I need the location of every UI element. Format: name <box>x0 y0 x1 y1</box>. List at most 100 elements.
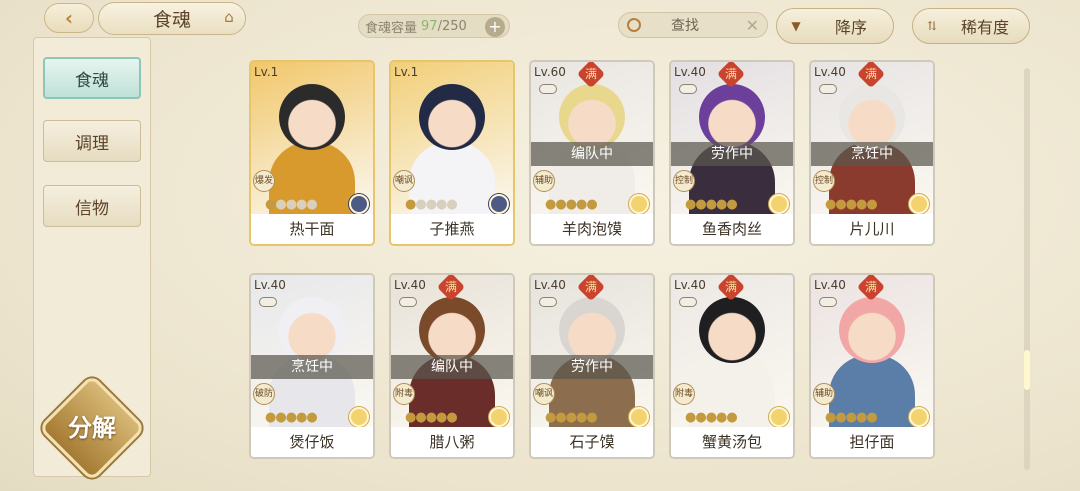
star-rating: ●●●●● <box>405 410 458 425</box>
food-soul-card[interactable]: Lv.40 满劳作中 嘲讽 ●●●●● 石子馍 <box>529 273 655 459</box>
sidebar-item-token[interactable]: 信物 <box>43 185 141 227</box>
sidebar-item-cooking[interactable]: 调理 <box>43 120 141 162</box>
max-level-label: 满 <box>864 279 878 294</box>
star-rating: ●●●●● <box>405 197 458 212</box>
search-input[interactable]: 查找 ✕ <box>618 12 768 38</box>
food-soul-card[interactable]: Lv.60 满编队中 辅助 ●●●●● 羊肉泡馍 <box>529 60 655 246</box>
search-icon <box>627 18 641 32</box>
level-label: Lv.40 <box>814 65 846 79</box>
level-label: Lv.60 <box>534 65 566 79</box>
lock-toggle[interactable] <box>819 84 837 94</box>
pagoda-icon: ⌂ <box>224 8 234 26</box>
level-label: Lv.40 <box>394 278 426 292</box>
card-name: 石子馍 <box>531 427 653 457</box>
star-rating: ●●●●● <box>265 197 318 212</box>
character-head <box>559 297 625 363</box>
level-label: Lv.40 <box>814 278 846 292</box>
food-soul-card[interactable]: Lv.1 嘲讽 ●●●●● 子推燕 <box>389 60 515 246</box>
level-label: Lv.40 <box>674 65 706 79</box>
sort-key-label: 稀有度 <box>961 18 1010 37</box>
star-rating: ●●●●● <box>825 410 878 425</box>
lock-toggle[interactable] <box>539 297 557 307</box>
food-soul-card[interactable]: Lv.40 满编队中附毒 ●●●●● 腊八粥 <box>389 273 515 459</box>
sort-key-button[interactable]: ⇅ 稀有度 <box>912 8 1030 44</box>
card-name: 煲仔饭 <box>251 427 373 457</box>
search-label: 查找 <box>671 18 699 34</box>
card-name: 片儿川 <box>811 214 933 244</box>
max-level-label: 满 <box>584 279 598 294</box>
flower-icon <box>489 407 509 427</box>
lock-toggle[interactable] <box>679 84 697 94</box>
back-button[interactable]: ‹ <box>44 3 94 33</box>
lock-toggle[interactable] <box>539 84 557 94</box>
role-badge: 爆发 <box>253 170 275 192</box>
status-banner: 编队中 <box>531 142 653 166</box>
level-label: Lv.40 <box>254 278 286 292</box>
lock-toggle[interactable] <box>259 297 277 307</box>
lock-toggle[interactable] <box>399 297 417 307</box>
star-rating: ●●●●● <box>545 197 598 212</box>
role-badge: 控制 <box>813 170 835 192</box>
sidebar-item-soul[interactable]: 食魂 <box>43 57 141 99</box>
status-banner: 烹饪中 <box>811 142 933 166</box>
star-rating: ●●●●● <box>685 410 738 425</box>
character-portrait <box>391 62 513 214</box>
character-head <box>279 84 345 150</box>
role-badge: 附毒 <box>393 383 415 405</box>
card-name: 腊八粥 <box>391 427 513 457</box>
star-rating: ●●●●● <box>685 197 738 212</box>
level-label: Lv.40 <box>674 278 706 292</box>
food-soul-card[interactable]: Lv.40 烹饪中 破防 ●●●●● 煲仔饭 <box>249 273 375 459</box>
card-name: 热干面 <box>251 214 373 244</box>
food-soul-card[interactable]: Lv.40 满附毒 ●●●●● 蟹黄汤包 <box>669 273 795 459</box>
flower-icon <box>769 194 789 214</box>
scrollbar[interactable] <box>1024 68 1030 470</box>
character-head <box>839 84 905 150</box>
flower-icon <box>769 407 789 427</box>
flower-icon <box>909 407 929 427</box>
capacity-label: 食魂容量 <box>365 20 418 36</box>
status-banner: 劳作中 <box>671 142 793 166</box>
max-level-label: 满 <box>724 279 738 294</box>
food-soul-card[interactable]: Lv.40 满劳作中 控制 ●●●●● 鱼香肉丝 <box>669 60 795 246</box>
food-soul-card[interactable]: Lv.40 满烹饪中控制 ●●●●● 片儿川 <box>809 60 935 246</box>
character-head <box>279 297 345 363</box>
character-head <box>559 84 625 150</box>
decompose-label[interactable]: 分解 <box>54 408 130 443</box>
flower-icon <box>489 194 509 214</box>
lock-toggle[interactable] <box>679 297 697 307</box>
level-label: Lv.40 <box>534 278 566 292</box>
flower-icon <box>629 407 649 427</box>
clear-search-icon[interactable]: ✕ <box>746 16 759 35</box>
level-label: Lv.1 <box>394 65 419 79</box>
scrollbar-thumb[interactable] <box>1024 350 1030 390</box>
role-badge: 辅助 <box>813 383 835 405</box>
lock-toggle[interactable] <box>819 297 837 307</box>
character-head <box>419 297 485 363</box>
character-head <box>699 297 765 363</box>
character-head <box>839 297 905 363</box>
card-name: 蟹黄汤包 <box>671 427 793 457</box>
flower-icon <box>349 407 369 427</box>
max-level-label: 满 <box>444 279 458 294</box>
capacity-total: /250 <box>437 18 467 34</box>
max-level-label: 满 <box>864 66 878 81</box>
character-portrait <box>251 62 373 214</box>
card-name: 子推燕 <box>391 214 513 244</box>
add-capacity-button[interactable]: + <box>485 17 505 37</box>
star-rating: ●●●●● <box>545 410 598 425</box>
sort-order-label: 降序 <box>835 18 868 37</box>
card-name: 羊肉泡馍 <box>531 214 653 244</box>
sort-order-button[interactable]: ▼ 降序 <box>776 8 894 44</box>
max-level-label: 满 <box>724 66 738 81</box>
status-banner: 编队中 <box>391 355 513 379</box>
food-soul-card[interactable]: Lv.1 爆发 ●●●●● 热干面 <box>249 60 375 246</box>
flower-icon <box>349 194 369 214</box>
flower-icon <box>909 194 929 214</box>
star-rating: ●●●●● <box>825 197 878 212</box>
card-name: 鱼香肉丝 <box>671 214 793 244</box>
food-soul-card[interactable]: Lv.40 满辅助 ●●●●● 担仔面 <box>809 273 935 459</box>
role-badge: 嘲讽 <box>393 170 415 192</box>
capacity-current: 97 <box>421 18 438 34</box>
max-level-label: 满 <box>584 66 598 81</box>
